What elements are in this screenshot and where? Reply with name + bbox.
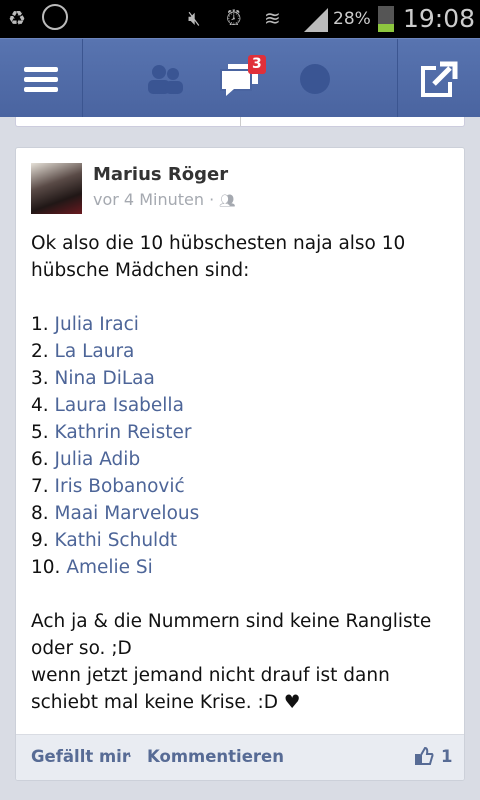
tagged-name[interactable]: Iris Bobanović [55,476,185,497]
list-item: 1. Julia Iraci [31,314,139,335]
tagged-name[interactable]: Julia Iraci [55,314,139,335]
author-name[interactable]: Marius Röger [93,164,228,185]
list-item: 5. Kathrin Reister [31,422,192,443]
status-bar: ♻ 🔇︎ ⏰︎ ≋ 28% 19:08 [0,0,480,38]
recycle-icon: ♻ [8,6,26,30]
tagged-name[interactable]: Maai Marvelous [55,503,200,524]
share-icon [421,61,458,97]
post-meta: vor 4 Minuten · 👥︎ [93,190,236,209]
tagged-name[interactable]: Laura Isabella [55,395,184,416]
comment-button[interactable]: Kommentieren [147,747,284,766]
list-item: 10. Amelie Si [31,557,153,578]
list-item: 9. Kathi Schuldt [31,530,178,551]
mute-icon: 🔇︎ [188,6,201,30]
like-count[interactable]: 1 [441,747,452,766]
notifications-button[interactable] [290,39,340,118]
signal-icon [304,8,328,32]
publish-button[interactable] [398,39,480,118]
tagged-name[interactable]: Kathrin Reister [55,422,192,443]
menu-button[interactable] [0,39,82,118]
list-item: 6. Julia Adib [31,449,141,470]
list-item: 4. Laura Isabella [31,395,184,416]
list-item: 2. La Laura [31,341,135,362]
tagged-name[interactable]: Julia Adib [55,449,141,470]
like-button[interactable]: Gefällt mir [31,747,130,766]
tagged-name[interactable]: Nina DiLaa [55,368,155,389]
avatar[interactable] [31,163,82,214]
alarm-icon: ⏰︎ [226,6,242,30]
post-card: Marius Röger vor 4 Minuten · 👥︎ Ok also … [15,147,465,781]
globe-icon [300,63,330,94]
friends-audience-icon: 👥︎ [219,194,236,209]
tagged-name[interactable]: Kathi Schuldt [55,530,178,551]
post-time[interactable]: vor 4 Minuten [93,190,204,209]
list-item: 8. Maai Marvelous [31,503,200,524]
list-item: 3. Nina DiLaa [31,368,155,389]
friends-icon [148,64,183,94]
post-actions: Gefällt mir · Kommentieren 1 [16,734,464,780]
whatsapp-icon [42,4,68,30]
post-body: Ok also die 10 hübschesten naja also 10 … [31,233,432,713]
friend-requests-button[interactable] [140,39,190,118]
messages-badge: 3 [248,55,266,74]
tagged-name[interactable]: La Laura [55,341,135,362]
battery-icon [378,6,394,32]
battery-percent: 28% [333,9,371,29]
composer-strip [15,117,465,127]
list-item: 7. Iris Bobanović [31,476,185,497]
tagged-name[interactable]: Amelie Si [66,557,152,578]
messages-button[interactable] [215,39,265,118]
hamburger-icon [24,66,58,92]
thumbs-up-icon[interactable] [414,746,434,770]
top-nav: 3 [0,38,480,118]
clock: 19:08 [403,4,476,33]
wifi-icon: ≋ [264,6,281,30]
